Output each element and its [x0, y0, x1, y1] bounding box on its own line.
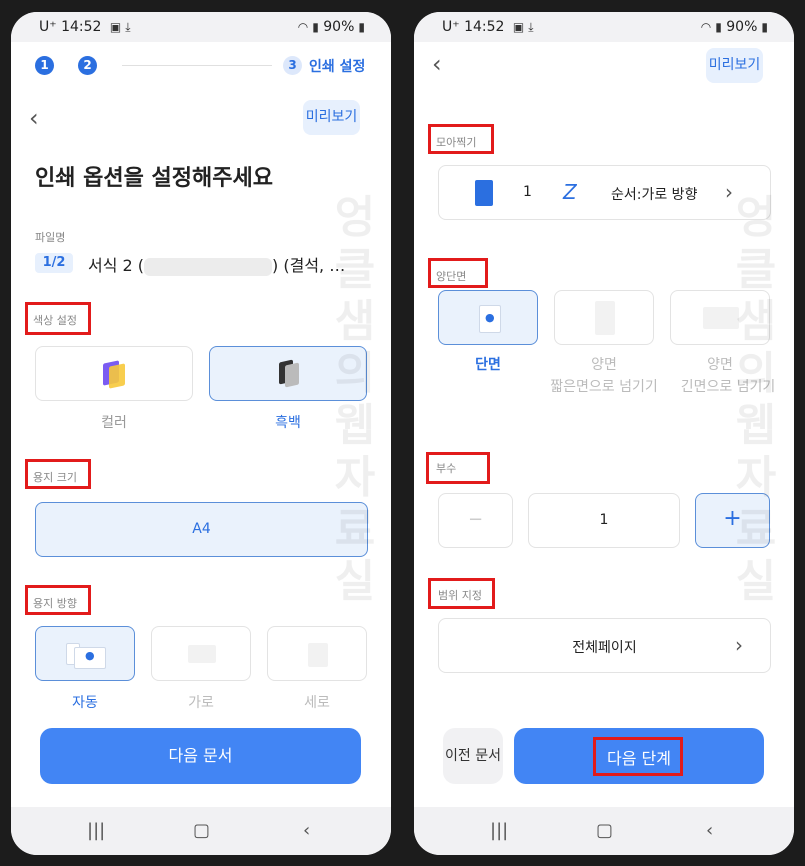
- nup-select[interactable]: 1 Z 순서:가로 방향 ›: [438, 165, 771, 220]
- home-icon[interactable]: ▢: [193, 820, 210, 841]
- orientation-portrait-label: 세로: [304, 695, 330, 711]
- z-order-icon: Z: [563, 180, 577, 204]
- highlight-nup-section: [428, 124, 494, 154]
- highlight-color-section: [25, 302, 91, 335]
- portrait-page-icon: [308, 643, 328, 667]
- step-line: [122, 65, 272, 66]
- nav-back-icon[interactable]: ‹: [303, 820, 310, 841]
- range-select[interactable]: 전체페이지 ›: [438, 618, 771, 673]
- status-bar: U⁺ 14:52 ▣ ⤓ ◠ ▮ 90% ▮: [11, 12, 391, 42]
- orientation-option-auto[interactable]: ●: [35, 626, 135, 681]
- highlight-orientation-section: [25, 585, 91, 615]
- clock: 14:52: [61, 19, 102, 35]
- blurred-filename: [144, 257, 273, 276]
- step-3: 3: [283, 56, 302, 75]
- color-option-color[interactable]: [35, 346, 193, 401]
- carrier-label: U⁺: [442, 19, 460, 35]
- back-chevron-icon[interactable]: ‹: [432, 50, 442, 78]
- duplex-option-single[interactable]: ●: [438, 290, 538, 345]
- nav-bar: ||| ▢ ‹: [414, 807, 794, 855]
- previous-document-button[interactable]: 이전 문서: [443, 728, 503, 784]
- clock: 14:52: [464, 19, 505, 35]
- step-3-label: 인쇄 설정: [309, 59, 366, 75]
- gallery-icon: ▣: [512, 20, 525, 34]
- highlight-range-section: [428, 578, 495, 609]
- step-2: 2: [78, 56, 97, 75]
- orientation-landscape-label: 가로: [188, 695, 214, 711]
- download-icon: ⤓: [528, 20, 534, 34]
- highlight-duplex-section: [428, 258, 488, 288]
- duplex-short-title: 양면: [591, 357, 617, 373]
- duplex-option-short-edge[interactable]: [554, 290, 654, 345]
- filename: 서식 2 () (결석, …: [88, 252, 345, 276]
- page-title: 인쇄 옵션을 설정해주세요: [35, 166, 273, 191]
- download-icon: ⤓: [125, 20, 131, 34]
- step-1: 1: [35, 56, 54, 75]
- signal-icon: ▮: [715, 20, 722, 34]
- filename-start: 서식 2 (: [88, 256, 145, 275]
- short-edge-page-icon: [595, 301, 615, 335]
- orientation-auto-label: 자동: [72, 695, 98, 711]
- back-chevron-icon[interactable]: ‹: [29, 104, 39, 132]
- nav-back-icon[interactable]: ‹: [706, 820, 713, 841]
- carrier-label: U⁺: [39, 19, 57, 35]
- preview-button[interactable]: 미리보기: [706, 48, 763, 83]
- nup-order: 순서:가로 방향: [611, 187, 698, 203]
- nup-count: 1: [523, 184, 532, 200]
- page-icon: [475, 180, 493, 206]
- next-document-button[interactable]: 다음 문서: [40, 728, 361, 784]
- copies-minus-button[interactable]: −: [438, 493, 513, 548]
- copies-value: 1: [599, 512, 609, 528]
- gallery-icon: ▣: [109, 20, 122, 34]
- paper-size-value: A4: [192, 521, 211, 537]
- page-badge: 1/2: [35, 253, 73, 273]
- wifi-icon: ◠: [700, 20, 712, 34]
- next-step-button[interactable]: 다음 단계: [514, 728, 764, 784]
- person-icon: ●: [485, 311, 495, 324]
- nav-bar: ||| ▢ ‹: [11, 807, 391, 855]
- duplex-short-sub: 짧은면으로 넘기기: [550, 379, 658, 395]
- home-icon[interactable]: ▢: [596, 820, 613, 841]
- orientation-option-portrait[interactable]: [267, 626, 367, 681]
- signal-icon: ▮: [312, 20, 319, 34]
- recent-apps-icon[interactable]: |||: [87, 820, 105, 841]
- color-option-color-label: 컬러: [101, 415, 127, 431]
- duplex-single-title: 단면: [475, 357, 501, 373]
- battery-percent: 90%: [726, 19, 758, 35]
- person-icon: ●: [85, 649, 95, 662]
- battery-icon: ▮: [358, 20, 365, 34]
- landscape-page-icon: [188, 645, 216, 663]
- watermark-text: 엉클샘의웹자료실: [334, 192, 376, 607]
- preview-button[interactable]: 미리보기: [303, 100, 360, 135]
- highlight-copies-section: [426, 452, 490, 484]
- filename-label: 파일명: [35, 231, 66, 244]
- copies-input[interactable]: 1: [528, 493, 680, 548]
- paper-size-select[interactable]: A4: [35, 502, 368, 557]
- watermark-text: 엉클샘의웹자료실: [735, 192, 777, 607]
- left-screen: U⁺ 14:52 ▣ ⤓ ◠ ▮ 90% ▮ 1 2 3 인쇄 설정 ‹ 미리보기 인…: [11, 12, 391, 855]
- highlight-paper-size-section: [25, 459, 91, 489]
- right-screen: U⁺ 14:52 ▣ ⤓ ◠ ▮ 90% ▮ ‹ 미리보기 모아찍기 1 Z 순서:가…: [414, 12, 794, 855]
- range-value: 전체페이지: [572, 640, 637, 656]
- battery-icon: ▮: [761, 20, 768, 34]
- next-step-label: 다음 단계: [607, 749, 671, 768]
- chevron-right-icon: ›: [735, 633, 743, 657]
- recent-apps-icon[interactable]: |||: [490, 820, 508, 841]
- status-bar: U⁺ 14:52 ▣ ⤓ ◠ ▮ 90% ▮: [414, 12, 794, 42]
- battery-percent: 90%: [323, 19, 355, 35]
- orientation-option-landscape[interactable]: [151, 626, 251, 681]
- wifi-icon: ◠: [297, 20, 309, 34]
